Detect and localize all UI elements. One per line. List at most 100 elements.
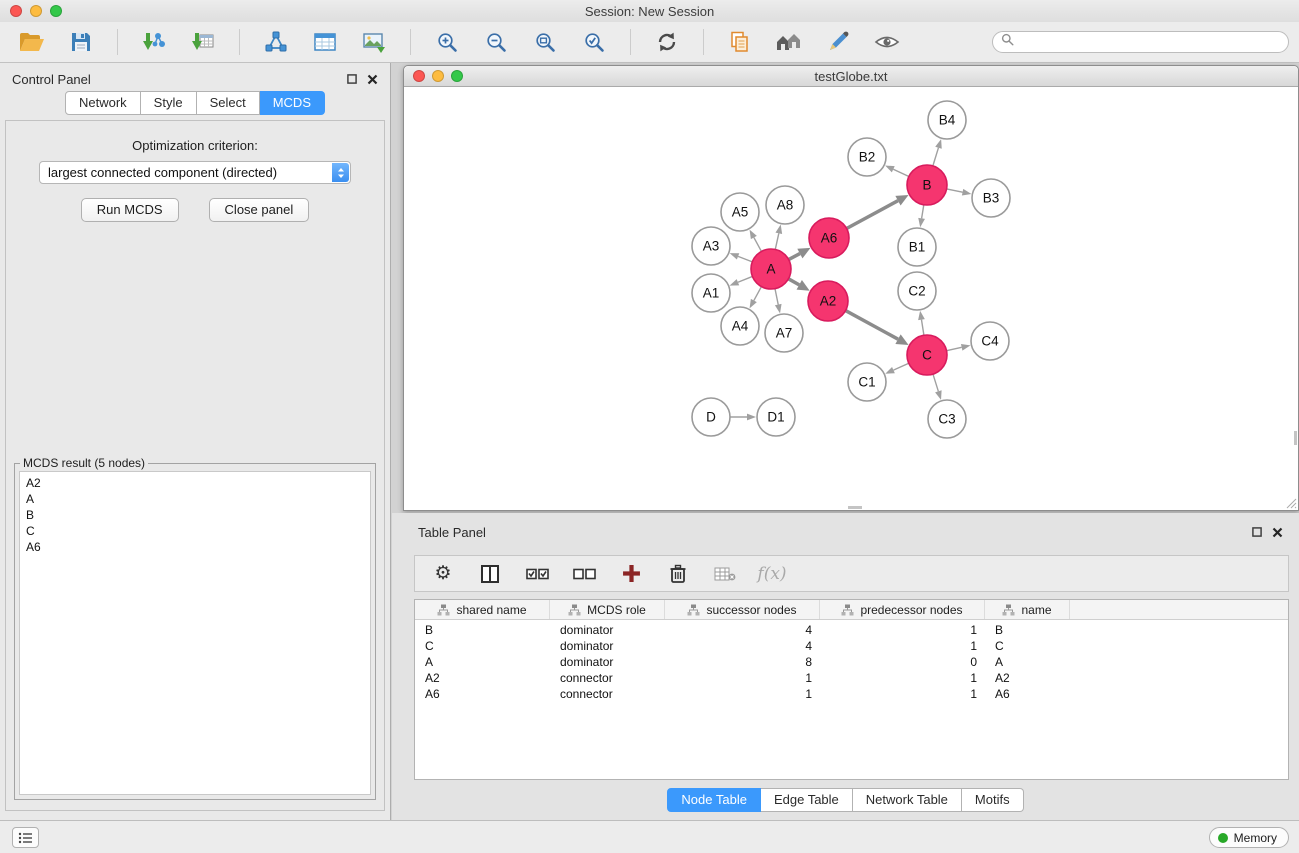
float-panel-icon[interactable]: [347, 74, 357, 84]
float-table-panel-icon[interactable]: [1252, 527, 1262, 537]
graph-edge-A-A4[interactable]: [754, 287, 762, 301]
close-panel-button[interactable]: Close panel: [209, 198, 310, 222]
mcds-result-item[interactable]: A2: [26, 475, 364, 491]
graph-node-A5[interactable]: A5: [721, 193, 759, 231]
graph-node-C3[interactable]: C3: [928, 400, 966, 438]
mcds-result-item[interactable]: A6: [26, 539, 364, 555]
graph-node-A4[interactable]: A4: [721, 307, 759, 345]
network-graph[interactable]: B4B2BB3A5A8A6B1A3AC2A1A2A4A7C4CC1C3DD1: [404, 87, 1298, 510]
save-session-button[interactable]: [65, 27, 97, 57]
graph-node-B2[interactable]: B2: [848, 138, 886, 176]
graph-node-A6[interactable]: A6: [809, 218, 849, 258]
mcds-result-list[interactable]: A2ABCA6: [19, 471, 371, 795]
run-mcds-button[interactable]: Run MCDS: [81, 198, 179, 222]
window-zoom-button[interactable]: [50, 5, 62, 17]
tab-select[interactable]: Select: [197, 91, 260, 115]
graph-node-A[interactable]: A: [751, 249, 791, 289]
network-window-titlebar[interactable]: testGlobe.txt: [404, 66, 1298, 87]
close-table-panel-icon[interactable]: [1272, 527, 1283, 538]
network-zoom-button[interactable]: [451, 70, 463, 82]
column-header-shared-name[interactable]: shared name: [415, 600, 550, 619]
graph-edge-C-C4[interactable]: [947, 347, 962, 350]
select-all-rows-button[interactable]: [524, 559, 550, 589]
graph-node-A8[interactable]: A8: [766, 186, 804, 224]
tab-mcds[interactable]: MCDS: [260, 91, 325, 115]
column-header-predecessor-nodes[interactable]: predecessor nodes: [820, 600, 985, 619]
open-file-button[interactable]: [16, 27, 48, 57]
graph-node-B3[interactable]: B3: [972, 179, 1010, 217]
graph-node-C2[interactable]: C2: [898, 272, 936, 310]
graph-node-A7[interactable]: A7: [765, 314, 803, 352]
table-row[interactable]: A2connector11A2: [415, 670, 1288, 686]
graph-edge-C-C1[interactable]: [893, 363, 908, 370]
mcds-result-item[interactable]: B: [26, 507, 364, 523]
show-columns-button[interactable]: [477, 559, 503, 589]
resize-grip-icon[interactable]: [1284, 496, 1297, 509]
table-row[interactable]: A6connector11A6: [415, 686, 1288, 702]
export-image-button[interactable]: [358, 27, 390, 57]
new-network-button[interactable]: [260, 27, 292, 57]
window-minimize-button[interactable]: [30, 5, 42, 17]
network-minimize-button[interactable]: [432, 70, 444, 82]
tab-style[interactable]: Style: [141, 91, 197, 115]
column-header-successor-nodes[interactable]: successor nodes: [665, 600, 820, 619]
mcds-result-item[interactable]: A: [26, 491, 364, 507]
graph-node-A3[interactable]: A3: [692, 227, 730, 265]
zoom-selected-button[interactable]: [578, 27, 610, 57]
deselect-all-rows-button[interactable]: [571, 559, 597, 589]
tab-network-table[interactable]: Network Table: [853, 788, 962, 812]
zoom-fit-button[interactable]: [529, 27, 561, 57]
zoom-out-button[interactable]: [480, 27, 512, 57]
import-table-button[interactable]: [187, 27, 219, 57]
graph-edge-B-B1[interactable]: [922, 205, 924, 219]
table-mode-gear-button[interactable]: ⚙: [430, 559, 456, 589]
network-table-button[interactable]: [309, 27, 341, 57]
vertical-scroll-mark[interactable]: [1294, 431, 1297, 445]
optimization-criterion-select[interactable]: largest connected component (directed): [39, 161, 351, 184]
graph-node-D1[interactable]: D1: [757, 398, 795, 436]
import-table-small-button[interactable]: [712, 559, 738, 589]
zoom-in-button[interactable]: [431, 27, 463, 57]
graph-node-B1[interactable]: B1: [898, 228, 936, 266]
graph-edge-C-C3[interactable]: [933, 374, 938, 391]
graph-node-A1[interactable]: A1: [692, 274, 730, 312]
graph-edge-B-B2[interactable]: [893, 169, 909, 176]
column-header-MCDS-role[interactable]: MCDS role: [550, 600, 665, 619]
import-network-button[interactable]: [138, 27, 170, 57]
graph-edge-B-B4[interactable]: [933, 148, 939, 166]
graph-node-A2[interactable]: A2: [808, 281, 848, 321]
graph-edge-A-A2[interactable]: [788, 279, 799, 285]
tab-edge-table[interactable]: Edge Table: [761, 788, 853, 812]
tab-node-table[interactable]: Node Table: [667, 788, 761, 812]
tab-network[interactable]: Network: [65, 91, 141, 115]
graph-edge-A-A5[interactable]: [754, 237, 762, 251]
graph-node-C4[interactable]: C4: [971, 322, 1009, 360]
search-box[interactable]: [992, 31, 1289, 53]
function-builder-button[interactable]: f(x): [759, 559, 785, 589]
close-panel-icon[interactable]: [367, 74, 378, 85]
graph-edge-B-B3[interactable]: [947, 189, 963, 192]
graph-edge-A-A3[interactable]: [738, 256, 752, 261]
graph-edge-A-A1[interactable]: [738, 276, 753, 282]
tab-motifs[interactable]: Motifs: [962, 788, 1024, 812]
graph-edge-C-C2[interactable]: [921, 320, 923, 336]
create-column-button[interactable]: [618, 559, 644, 589]
home-button[interactable]: [773, 27, 805, 57]
graph-edge-A6-B[interactable]: [847, 201, 898, 229]
network-canvas[interactable]: B4B2BB3A5A8A6B1A3AC2A1A2A4A7C4CC1C3DD1: [404, 87, 1298, 510]
window-close-button[interactable]: [10, 5, 22, 17]
eye-button[interactable]: [871, 27, 903, 57]
graph-edge-A2-C[interactable]: [846, 311, 898, 340]
search-input[interactable]: [1019, 35, 1269, 49]
copy-button[interactable]: [724, 27, 756, 57]
graph-node-C1[interactable]: C1: [848, 363, 886, 401]
refresh-button[interactable]: [651, 27, 683, 57]
graph-node-D[interactable]: D: [692, 398, 730, 436]
graph-node-B4[interactable]: B4: [928, 101, 966, 139]
graph-node-C[interactable]: C: [907, 335, 947, 375]
table-row[interactable]: Cdominator41C: [415, 638, 1288, 654]
memory-button[interactable]: Memory: [1209, 827, 1289, 848]
annotation-button[interactable]: [822, 27, 854, 57]
graph-edge-A-A6[interactable]: [789, 254, 800, 260]
network-close-button[interactable]: [413, 70, 425, 82]
